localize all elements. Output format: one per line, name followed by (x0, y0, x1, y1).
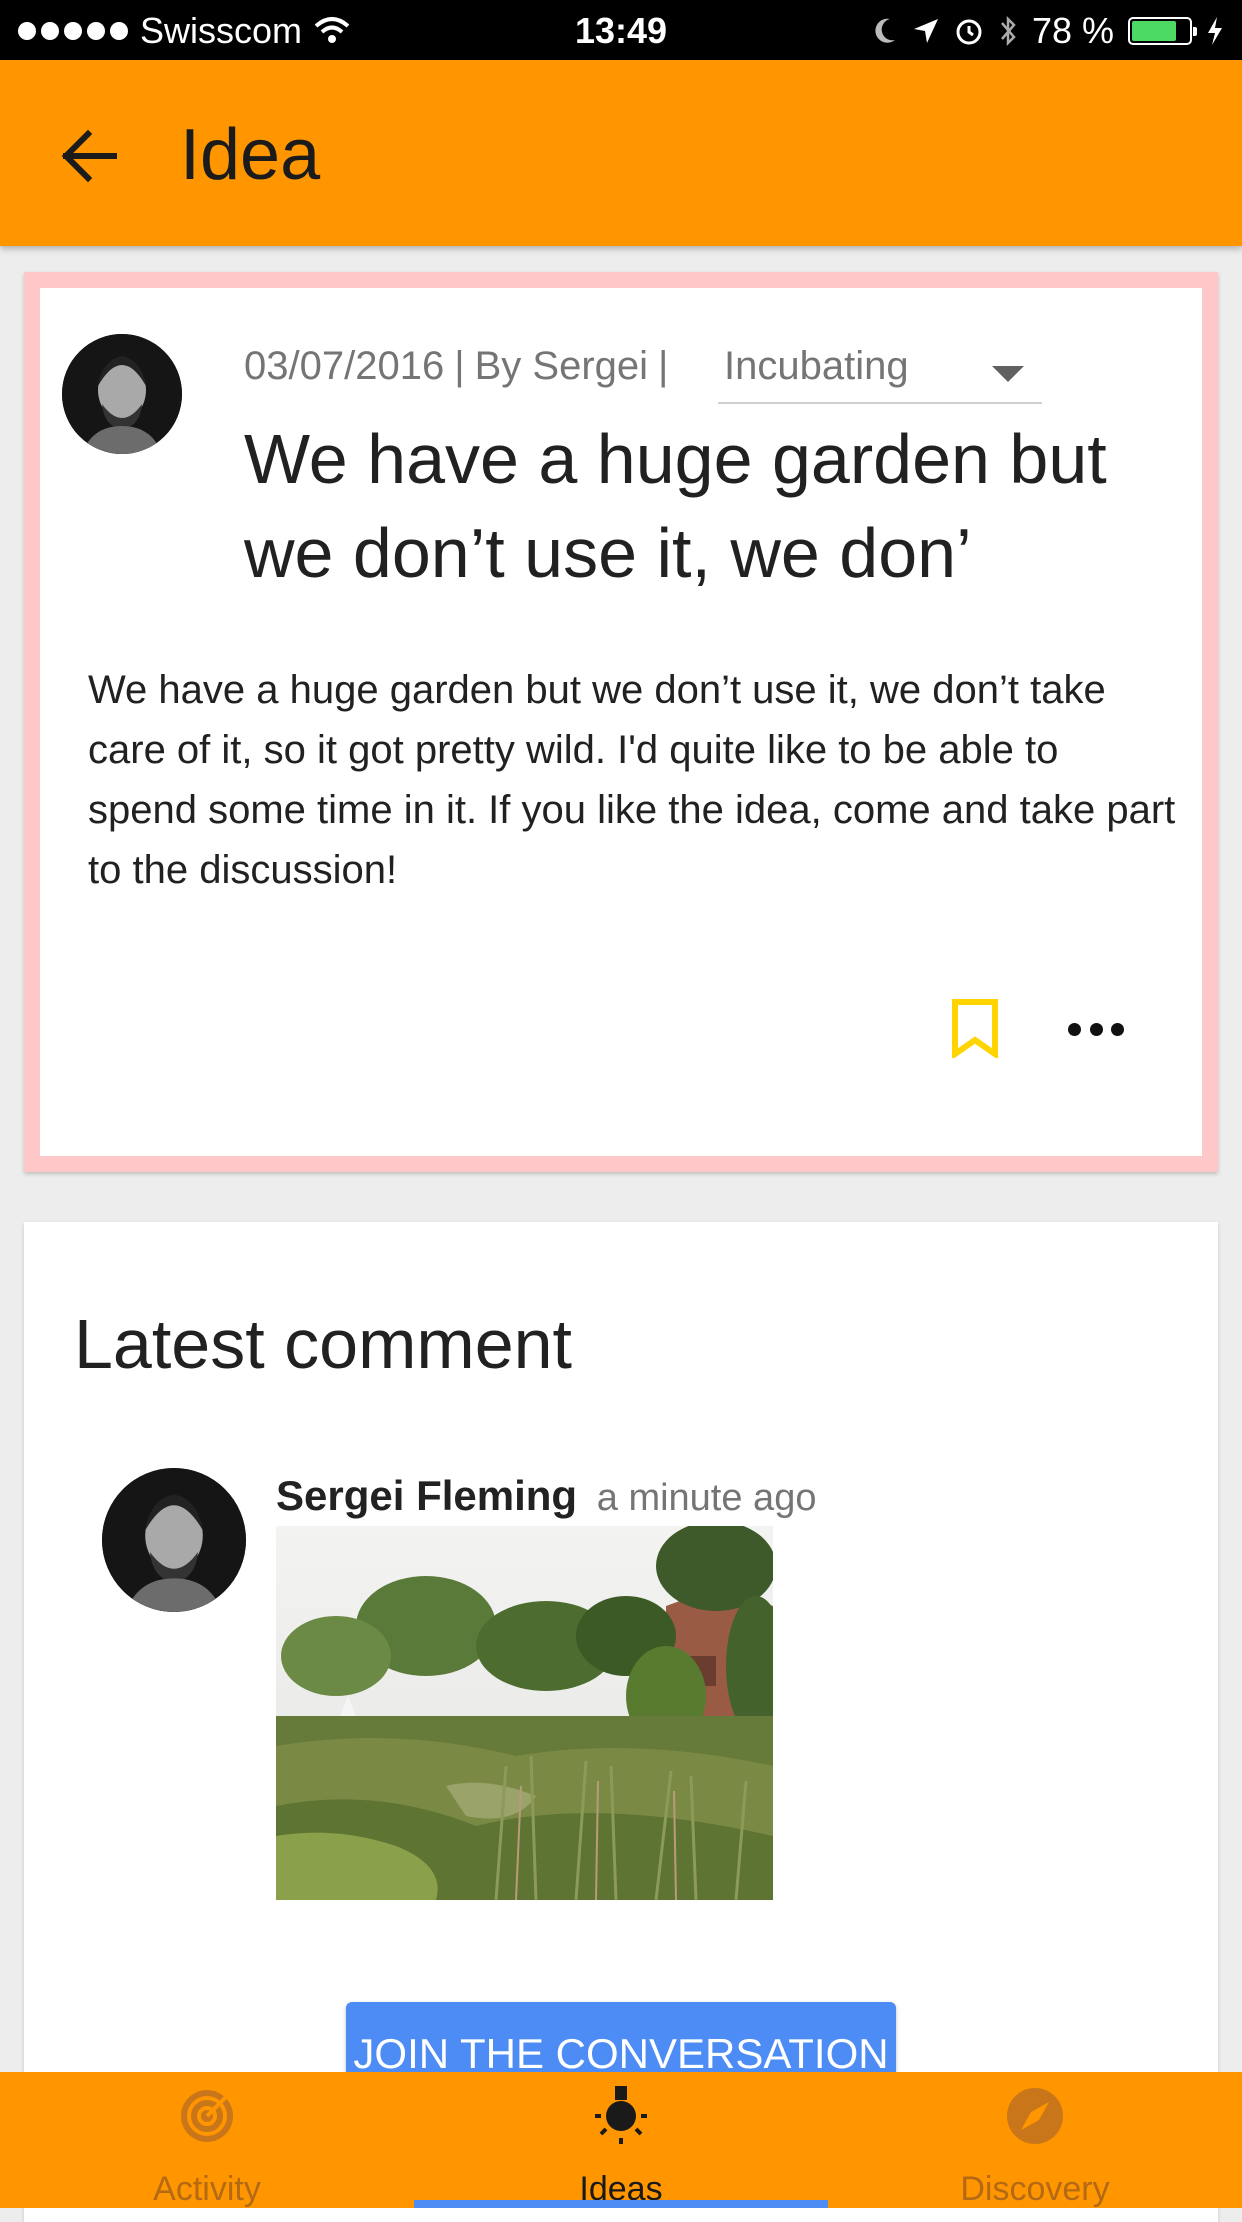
bookmark-icon (952, 999, 998, 1060)
nav-item-ideas[interactable]: Ideas (414, 2072, 828, 2208)
more-dot-icon (1068, 1022, 1081, 1036)
idea-meta: 03/07/2016 | By Sergei | (244, 344, 668, 389)
garden-photo-image (276, 1526, 773, 1900)
comment-author-name: Sergei Fleming (276, 1472, 578, 1519)
moon-icon (875, 18, 895, 43)
meta-separator: | (658, 344, 669, 388)
status-value: Incubating (724, 344, 909, 388)
status-bar: Swisscom 13:49 78 % (0, 0, 1242, 60)
chevron-down-icon (992, 366, 1024, 382)
garden-photo[interactable] (276, 1526, 773, 1900)
arrow-left-icon (61, 129, 117, 183)
nav-label: Activity (153, 2170, 261, 2208)
face-portrait (62, 334, 182, 454)
charging-bolt-icon (1208, 17, 1222, 45)
comment-meta: Sergei Fleming a minute ago (276, 1472, 816, 1520)
face-portrait (102, 1468, 246, 1612)
section-heading: Latest comment (74, 1305, 572, 1383)
idea-title: We have a huge garden but we don’t use i… (244, 420, 1107, 592)
comment-timestamp: a minute ago (596, 1477, 817, 1519)
battery-level (1132, 21, 1176, 41)
more-dot-icon (1111, 1022, 1124, 1036)
bluetooth-icon (1000, 15, 1016, 47)
more-options-button[interactable] (1068, 1010, 1124, 1048)
nav-label: Discovery (960, 2170, 1110, 2208)
nav-item-activity[interactable]: Activity (0, 2072, 414, 2208)
commenter-avatar[interactable] (102, 1468, 246, 1612)
activity-radar-icon (181, 2090, 233, 2142)
lightbulb-icon (595, 2086, 647, 2144)
bottom-navigation: Activity Ideas Discovery (0, 2072, 1242, 2208)
back-button[interactable] (58, 126, 122, 186)
bookmark-button[interactable] (950, 998, 1000, 1060)
meta-separator: | (454, 344, 465, 388)
author-avatar[interactable] (62, 334, 182, 454)
active-tab-indicator (414, 2200, 828, 2208)
page-title: Idea (180, 115, 321, 195)
battery-percent: 78 % (1031, 10, 1114, 51)
alarm-icon (956, 19, 982, 45)
more-dot-icon (1089, 1022, 1103, 1036)
location-arrow-icon (913, 19, 938, 43)
status-dropdown[interactable]: Incubating (718, 340, 1042, 404)
idea-author: By Sergei (474, 344, 649, 388)
nav-item-discovery[interactable]: Discovery (828, 2072, 1242, 2208)
idea-description: We have a huge garden but we don’t use i… (88, 668, 1176, 892)
idea-date: 03/07/2016 (244, 344, 445, 388)
battery-icon (1128, 17, 1197, 45)
app-bar: Idea (0, 60, 1242, 246)
status-right: 78 % (872, 10, 1224, 52)
compass-icon (1007, 2088, 1063, 2144)
